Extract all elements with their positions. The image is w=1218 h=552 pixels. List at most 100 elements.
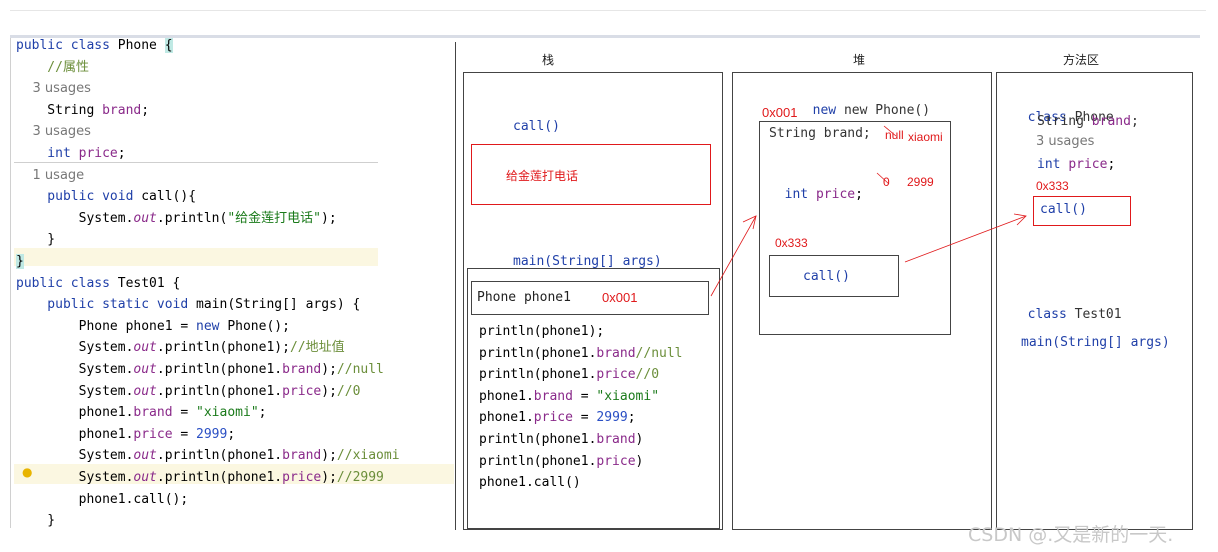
- code-token: price: [282, 470, 322, 485]
- code-token: System.: [16, 340, 134, 356]
- heap-header: 堆: [853, 53, 866, 67]
- stack-statement: println(phone1);: [479, 323, 604, 341]
- code-token: =: [172, 426, 197, 442]
- code-token: );: [321, 448, 337, 464]
- code-token: phone1.: [16, 426, 134, 442]
- code-line: phone1.price = 2999;: [16, 426, 236, 444]
- code-token: }: [16, 232, 56, 248]
- code-token: Phone();: [227, 318, 290, 334]
- code-line: public static void main(String[] args) {: [16, 296, 360, 314]
- code-token: =: [172, 405, 197, 421]
- code-token: Test01 {: [117, 275, 181, 291]
- stmt-token: =: [572, 410, 597, 426]
- code-token: 2999: [196, 426, 228, 442]
- price-new-value: 2999: [907, 175, 934, 189]
- code-token: ;: [258, 405, 267, 421]
- code-token: price: [133, 426, 173, 442]
- code-line: String brand;: [16, 102, 149, 120]
- code-line: //属性: [16, 59, 89, 77]
- ma-brand-name: brand: [1091, 114, 1131, 129]
- code-token: .println(phone1.: [156, 362, 283, 377]
- usage-hint: 3 usages: [16, 124, 91, 140]
- code-token: "xiaomi": [196, 405, 259, 421]
- stack-statement: phone1.brand = "xiaomi": [479, 388, 659, 406]
- stmt-token: "xiaomi": [596, 388, 660, 404]
- stmt-token: price: [533, 410, 573, 426]
- stmt-token: println(phone1.: [479, 432, 597, 447]
- ma-price-field: int price;: [1037, 157, 1116, 172]
- stmt-token: price: [596, 367, 636, 383]
- code-token: //null: [336, 362, 384, 377]
- class-test01-decl: class Test01: [1012, 288, 1122, 324]
- code-token: System.: [16, 210, 134, 226]
- code-token: }: [16, 254, 24, 269]
- price-name: price: [815, 187, 856, 202]
- stmt-token: //null: [635, 345, 683, 361]
- stmt-token: println(phone1.: [479, 367, 597, 383]
- stack-statement: println(phone1.price//0: [479, 366, 659, 384]
- ma-usage: 3 usages: [1036, 134, 1095, 149]
- new-phone-label: new new Phone(): [797, 84, 930, 120]
- stmt-token: println(phone1.: [479, 453, 597, 469]
- code-line: public class Test01 {: [16, 275, 180, 293]
- editor-right-border: [455, 42, 456, 530]
- editor-gutter-line: [10, 38, 11, 528]
- code-line: public void call(){: [16, 188, 196, 206]
- code-line: }: [16, 253, 24, 271]
- code-token: out: [133, 340, 157, 356]
- semicolon: ;: [855, 187, 863, 202]
- code-token: public static void: [16, 297, 197, 313]
- code-line: System.out.println(phone1.price);//2999: [16, 469, 384, 487]
- code-token: public class: [16, 38, 118, 53]
- usage-hint: 3 usages: [16, 81, 91, 97]
- code-token: System.: [16, 383, 134, 399]
- stmt-token: brand: [533, 388, 573, 404]
- stmt-token: 2999: [596, 410, 628, 426]
- method-ref-label: call(): [803, 269, 850, 284]
- stmt-token: ): [635, 453, 644, 469]
- class-keyword-2: class: [1027, 307, 1075, 322]
- code-token: public void: [16, 189, 142, 205]
- stack-statement: println(phone1.price): [479, 453, 643, 471]
- code-token: price: [78, 146, 118, 161]
- stmt-token: phone1.: [479, 388, 534, 404]
- stmt-token: brand: [596, 432, 636, 447]
- code-token: .println(phone1);: [156, 340, 290, 356]
- new-phone-text: new Phone(): [843, 103, 931, 118]
- int-keyword: int: [784, 187, 816, 202]
- heap-price-field: int price;: [769, 168, 863, 204]
- code-token: phone1.: [16, 405, 134, 421]
- stack-header: 栈: [542, 53, 555, 67]
- code-token: new: [196, 318, 228, 334]
- stmt-token: ): [635, 432, 644, 447]
- stmt-token: phone1.: [479, 410, 534, 426]
- usage-hint: 1 usage: [16, 167, 85, 183]
- code-line: phone1.call();: [16, 491, 189, 509]
- stmt-token: //0: [635, 367, 660, 383]
- ma-method-address: 0x333: [1036, 179, 1069, 193]
- code-token: out: [133, 448, 157, 464]
- code-token: int: [16, 146, 79, 161]
- ma-call-method: call(): [1040, 202, 1087, 217]
- code-line: System.out.println(phone1.price);//0: [16, 383, 361, 401]
- method-ref-address: 0x333: [775, 236, 808, 250]
- code-token: );: [321, 383, 337, 399]
- code-token: "给金莲打电话": [227, 210, 321, 226]
- code-token: ;: [227, 426, 236, 442]
- stack-statement: phone1.price = 2999;: [479, 409, 636, 427]
- code-token: ;: [141, 102, 150, 118]
- call-frame-output: 给金莲打电话: [506, 169, 579, 183]
- code-token: System.: [16, 448, 134, 464]
- brand-old-value: null: [885, 128, 904, 142]
- top-divider: [10, 10, 1206, 11]
- code-line: System.out.println("给金莲打电话");: [16, 210, 337, 228]
- code-token: .println(phone1.: [156, 448, 283, 464]
- top-bar: [10, 35, 1200, 38]
- stmt-token: ;: [627, 410, 636, 426]
- code-line: public class Phone {: [16, 37, 173, 55]
- stack-statement: println(phone1.brand): [479, 431, 643, 449]
- code-line: int price;: [16, 145, 125, 163]
- code-token: brand: [133, 405, 173, 421]
- call-frame-label: call(): [513, 119, 560, 134]
- new-keyword: new: [812, 103, 844, 118]
